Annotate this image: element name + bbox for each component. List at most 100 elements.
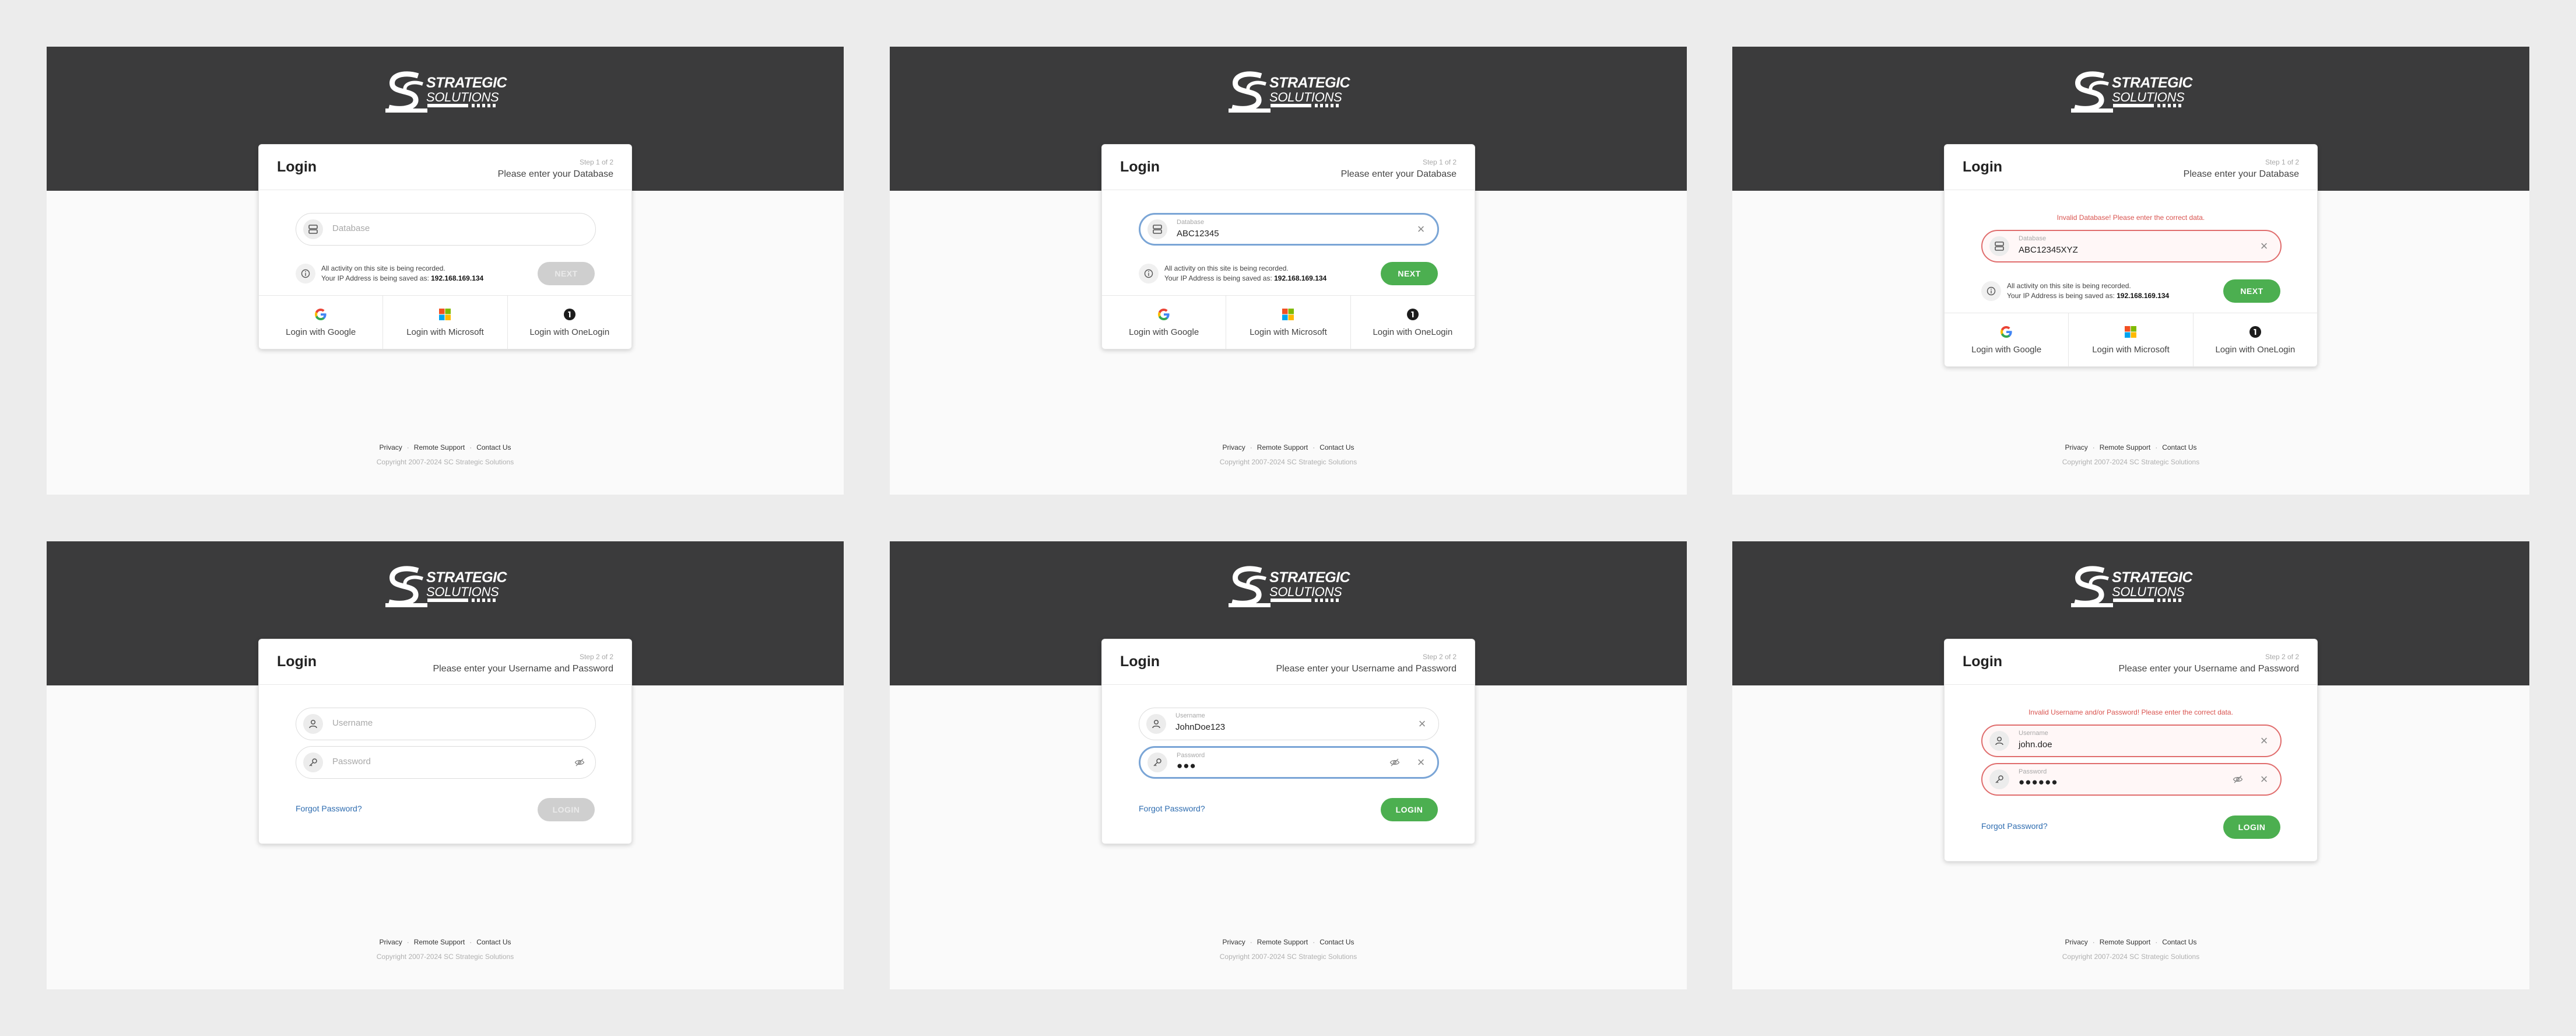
copyright: Copyright 2007-2024 SC Strategic Solutio…: [2062, 953, 2200, 961]
login-button[interactable]: LOGIN: [538, 798, 595, 821]
login-microsoft-button[interactable]: Login with Microsoft: [1226, 296, 1351, 349]
activity-notice: All activity on this site is being recor…: [1139, 262, 1401, 285]
card-subtitle: Please enter your Username and Password: [433, 664, 614, 674]
screen-db-empty: STRATEGIC SOLUTIONS Login Step 1 of 2 Ple…: [47, 47, 844, 495]
notice-line2: Your IP Address is being saved as: 192.1…: [321, 274, 483, 282]
username-input[interactable]: Username JohnDoe123 ×: [1139, 708, 1439, 740]
username-placeholder: Username: [332, 718, 373, 728]
eye-off-icon[interactable]: [574, 757, 585, 768]
clear-icon[interactable]: ×: [1415, 756, 1427, 769]
login-button[interactable]: LOGIN: [2223, 816, 2280, 839]
login-google-button[interactable]: Login with Google: [1102, 296, 1227, 349]
login-button[interactable]: LOGIN: [1381, 798, 1438, 821]
eye-off-icon[interactable]: [2233, 774, 2243, 785]
privacy-link[interactable]: Privacy: [1222, 938, 1245, 946]
google-icon: [2001, 326, 2012, 338]
contact-link[interactable]: Contact Us: [1319, 938, 1354, 946]
clear-icon[interactable]: ×: [1415, 223, 1427, 236]
login-google-button[interactable]: Login with Google: [259, 296, 384, 349]
database-input[interactable]: Database ABC12345 ×: [1139, 213, 1439, 246]
brand-stripes: [2113, 598, 2181, 602]
privacy-link[interactable]: Privacy: [2065, 938, 2087, 946]
notice-line2: Your IP Address is being saved as: 192.1…: [2007, 292, 2169, 300]
eye-off-icon[interactable]: [1389, 757, 1400, 768]
info-icon: [1981, 281, 2001, 301]
username-input[interactable]: Username john.doe ×: [1981, 724, 2282, 757]
clear-icon[interactable]: ×: [2258, 240, 2270, 253]
login-google-button[interactable]: Login with Google: [1945, 313, 2069, 366]
activity-notice: All activity on this site is being recor…: [1981, 279, 2244, 303]
contact-link[interactable]: Contact Us: [476, 938, 511, 946]
login-card: Login Step 1 of 2 Please enter your Data…: [258, 144, 632, 349]
database-input[interactable]: Database ABC12345XYZ ×: [1981, 230, 2282, 262]
remote-support-link[interactable]: Remote Support: [1257, 938, 1308, 946]
ip-address: 192.168.169.134: [1274, 274, 1327, 282]
username-input[interactable]: Username: [296, 708, 596, 740]
step-indicator: Step 1 of 2: [579, 158, 613, 166]
brand-line1: STRATEGIC: [426, 75, 507, 91]
remote-support-link[interactable]: Remote Support: [414, 938, 465, 946]
remote-support-link[interactable]: Remote Support: [2100, 938, 2150, 946]
login-microsoft-button[interactable]: Login with Microsoft: [2069, 313, 2194, 366]
footer-links: Privacy · Remote Support · Contact Us: [1222, 443, 1354, 452]
login-onelogin-button[interactable]: Login with OneLogin: [508, 296, 631, 349]
login-card: Login Step 1 of 2 Please enter your Data…: [1944, 144, 2318, 367]
remote-support-link[interactable]: Remote Support: [414, 443, 465, 452]
footer-links: Privacy · Remote Support · Contact Us: [2065, 938, 2197, 946]
brand-line1: STRATEGIC: [2112, 569, 2193, 586]
key-icon: [1989, 769, 2009, 789]
password-input[interactable]: Password ●●●●●● ×: [1981, 763, 2282, 796]
microsoft-label: Login with Microsoft: [1250, 327, 1327, 337]
contact-link[interactable]: Contact Us: [2162, 443, 2196, 452]
step-indicator: Step 1 of 2: [1422, 158, 1457, 166]
remote-support-link[interactable]: Remote Support: [1257, 443, 1308, 452]
username-value: john.doe: [2019, 740, 2052, 750]
sc-logo-mark-icon: [2071, 71, 2113, 113]
brand-logo: STRATEGIC SOLUTIONS: [1229, 70, 1351, 118]
onelogin-icon: [2249, 326, 2261, 338]
privacy-link[interactable]: Privacy: [379, 443, 402, 452]
login-onelogin-button[interactable]: Login with OneLogin: [1351, 296, 1475, 349]
card-subtitle: Please enter your Username and Password: [1276, 664, 1457, 674]
privacy-link[interactable]: Privacy: [379, 938, 402, 946]
password-value: ●●●●●●: [2019, 776, 2058, 788]
step-indicator: Step 1 of 2: [2265, 158, 2299, 166]
clear-icon[interactable]: ×: [1416, 718, 1428, 730]
password-input[interactable]: Password: [296, 746, 596, 779]
remote-support-link[interactable]: Remote Support: [2100, 443, 2150, 452]
forgot-password-link[interactable]: Forgot Password?: [1981, 821, 2048, 831]
privacy-link[interactable]: Privacy: [1222, 443, 1245, 452]
card-title: Login: [1120, 653, 1160, 670]
screen-cred-empty: STRATEGIC SOLUTIONS Login Step 2 of 2 Ple…: [47, 541, 844, 989]
login-card: Login Step 2 of 2 Please enter your User…: [1101, 639, 1475, 844]
copyright: Copyright 2007-2024 SC Strategic Solutio…: [376, 953, 514, 961]
card-subtitle: Please enter your Database: [2183, 169, 2299, 179]
clear-icon[interactable]: ×: [2258, 734, 2270, 747]
error-message: Invalid Username and/or Password! Please…: [2028, 708, 2233, 716]
contact-link[interactable]: Contact Us: [476, 443, 511, 452]
forgot-password-link[interactable]: Forgot Password?: [1139, 804, 1205, 813]
clear-icon[interactable]: ×: [2258, 773, 2270, 786]
card-title: Login: [277, 653, 317, 670]
login-microsoft-button[interactable]: Login with Microsoft: [383, 296, 508, 349]
copyright: Copyright 2007-2024 SC Strategic Solutio…: [1219, 953, 1357, 961]
next-button[interactable]: NEXT: [538, 262, 595, 285]
next-button[interactable]: NEXT: [2223, 279, 2280, 303]
forgot-password-link[interactable]: Forgot Password?: [296, 804, 362, 813]
sc-logo-mark-icon: [385, 71, 427, 113]
copyright: Copyright 2007-2024 SC Strategic Solutio…: [1219, 458, 1357, 466]
brand-stripes: [427, 598, 496, 602]
contact-link[interactable]: Contact Us: [2162, 938, 2196, 946]
brand-line1: STRATEGIC: [2112, 75, 2193, 91]
card-title: Login: [277, 159, 317, 175]
privacy-link[interactable]: Privacy: [2065, 443, 2087, 452]
login-onelogin-button[interactable]: Login with OneLogin: [2194, 313, 2317, 366]
card-header: Login Step 1 of 2 Please enter your Data…: [259, 145, 631, 190]
database-input[interactable]: Database: [296, 213, 596, 246]
onelogin-icon: [1406, 309, 1419, 320]
step-indicator: Step 2 of 2: [579, 653, 613, 661]
password-input[interactable]: Password ●●● ×: [1139, 746, 1439, 779]
next-button[interactable]: NEXT: [1381, 262, 1438, 285]
screen-db-error: STRATEGIC SOLUTIONS Login Step 1 of 2 Ple…: [1732, 47, 2529, 495]
contact-link[interactable]: Contact Us: [1319, 443, 1354, 452]
